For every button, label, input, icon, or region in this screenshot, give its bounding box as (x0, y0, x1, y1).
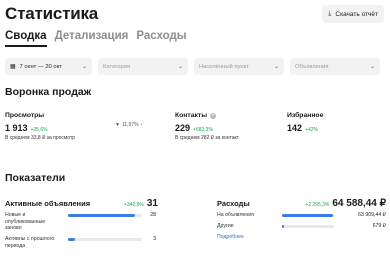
expenses-value: 64 588,44 ₽ (332, 198, 386, 209)
active-ads-row-label: Новые и опубликованные заново (5, 212, 46, 231)
funnel-arrow-icon: ▼ (115, 122, 120, 128)
page-title: Статистика (5, 4, 99, 23)
expenses-card: Расходы +2 295,3% 64 588,44 ₽ (217, 198, 386, 209)
list-item: Новые и опубликованные заново (5, 212, 63, 232)
progress-bar-fill (68, 238, 76, 241)
active-ads-delta: +342,9% (123, 202, 144, 208)
chevron-right-icon: › (140, 122, 143, 128)
tab-expenses[interactable]: Расходы (136, 30, 186, 45)
expenses-label: Расходы (217, 199, 250, 208)
views-delta: +25,6% (30, 127, 48, 133)
conversion-rate: ▼ 11,97% › (115, 122, 142, 128)
active-ads-row-label: Активны с прошлого периода (5, 236, 55, 249)
metric-favorites: Избранное 142 +42% (287, 112, 323, 133)
chevron-down-icon: ⌄ (273, 64, 279, 70)
progress-bar-fill (282, 225, 284, 228)
progress-bar (68, 238, 142, 241)
chevron-down-icon: ⌄ (81, 64, 87, 70)
views-label: Просмотры (5, 112, 45, 119)
active-ads-value: 31 (146, 198, 158, 209)
metric-contacts: Контакты ? 229 +683,3% В среднем 282 ₽ з… (175, 112, 239, 141)
contacts-sub: В среднем 282 ₽ за контакт (175, 135, 240, 141)
conversion-value: 11,97% (121, 122, 139, 128)
category-select[interactable]: Категория ⌄ (98, 58, 188, 75)
active-ads-row-value: 28 (150, 212, 156, 218)
expenses-row-value: 679 ₽ (372, 223, 386, 229)
expenses-row-label: На объявления (217, 212, 254, 218)
download-icon: ⤓ (328, 10, 332, 17)
list-item: На объявления (217, 212, 277, 219)
export-report-label: Скачать отчёт (335, 10, 378, 18)
city-placeholder: Населённый пункт (199, 63, 249, 70)
city-select[interactable]: Населённый пункт ⌄ (194, 58, 284, 75)
info-icon[interactable]: ? (210, 112, 217, 119)
tabs: Сводка Детализация Расходы (5, 30, 187, 47)
contacts-delta: +683,3% (193, 127, 213, 133)
chevron-down-icon: ⌄ (177, 64, 183, 70)
contacts-label: Контакты (175, 112, 208, 119)
funnel-title: Воронка продаж (5, 86, 92, 98)
expenses-delta: +2 295,3% (305, 202, 330, 208)
progress-bar (282, 214, 334, 217)
active-ads-label: Активные объявления (5, 199, 91, 208)
date-range-value: 7 сент — 20 окт (19, 63, 62, 70)
ads-placeholder: Объявления (295, 63, 329, 70)
calendar-icon: ▦ (10, 63, 16, 70)
views-value: 1 913 (5, 123, 28, 133)
category-placeholder: Категория (103, 63, 131, 70)
indicators-title: Показатели (5, 172, 66, 184)
filters-bar: ▦ 7 сент — 20 окт ⌄ Категория ⌄ Населённ… (5, 58, 380, 75)
favorites-label: Избранное (287, 112, 324, 119)
export-report-button[interactable]: ⤓ Скачать отчёт (322, 5, 384, 23)
more-details-link[interactable]: Подробнее (217, 234, 244, 240)
progress-bar-fill (282, 214, 334, 217)
list-item: Другие (217, 223, 277, 230)
chevron-down-icon: ⌄ (369, 64, 375, 70)
favorites-value: 142 (287, 123, 303, 133)
progress-bar-fill (68, 214, 135, 217)
expenses-row-label: Другие (217, 223, 234, 229)
ads-select[interactable]: Объявления ⌄ (290, 58, 380, 75)
expenses-row-value: 63 909,44 ₽ (358, 212, 386, 218)
favorites-delta: +42% (305, 127, 318, 133)
progress-bar (68, 214, 142, 217)
list-item: Активны с прошлого периода (5, 236, 67, 249)
contacts-value: 229 (175, 123, 191, 133)
progress-bar (282, 225, 334, 228)
views-sub: В среднем 33,8 ₽ за просмотр (5, 135, 76, 141)
date-range-select[interactable]: ▦ 7 сент — 20 окт ⌄ (5, 58, 92, 75)
tab-details[interactable]: Детализация (55, 30, 129, 45)
active-ads-card: Активные объявления +342,9% 31 (5, 198, 158, 209)
metric-views: Просмотры 1 913 +25,6% В среднем 33,8 ₽ … (5, 112, 75, 141)
active-ads-row-value: 3 (153, 236, 156, 242)
tab-summary[interactable]: Сводка (5, 30, 47, 47)
